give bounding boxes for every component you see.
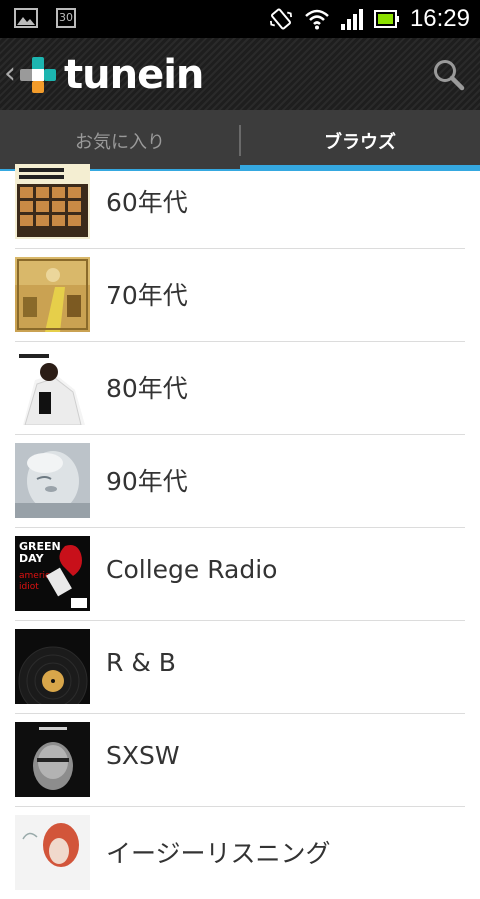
item-label: College Radio (106, 555, 278, 584)
item-label: SXSW (106, 741, 180, 770)
status-bar: 30 16:29 (0, 0, 480, 38)
list-item[interactable]: R & B (15, 620, 465, 714)
picture-icon (14, 8, 38, 28)
item-label: イージーリスニング (106, 839, 331, 868)
tunein-logo[interactable]: tunein (18, 52, 204, 98)
album-art-american-idiot: GREEN DAY american idiot (15, 536, 90, 611)
item-label: 90年代 (106, 467, 188, 496)
vibrate-icon (269, 8, 292, 30)
tunein-plus-icon (20, 57, 56, 93)
back-chevron-icon[interactable]: ‹ (4, 56, 16, 91)
art-text-idiot: idiot (19, 582, 39, 592)
item-label: 80年代 (106, 374, 188, 403)
tab-divider (239, 125, 241, 156)
album-art-yellow-brick-road (15, 257, 90, 332)
art-text-day: DAY (19, 552, 45, 565)
logo-text: tunein (64, 52, 204, 98)
list-item[interactable]: SXSW (15, 713, 465, 807)
battery-icon (373, 10, 399, 28)
item-label: R & B (106, 648, 176, 677)
item-label: 60年代 (106, 188, 188, 217)
search-icon (434, 60, 465, 91)
search-button[interactable] (432, 58, 466, 92)
item-label: 70年代 (106, 281, 188, 310)
signal-icon (340, 9, 363, 30)
list-item[interactable]: 70年代 (15, 248, 465, 342)
album-art-true-blue (15, 443, 90, 518)
list-item[interactable]: 90年代 (15, 434, 465, 528)
calendar-icon: 30 (56, 8, 76, 28)
list-item[interactable]: 80年代 (15, 341, 465, 435)
list-item[interactable]: GREEN DAY american idiot College Radio (15, 527, 465, 621)
album-art-vinyl (15, 629, 90, 704)
album-art-thriller (15, 350, 90, 425)
wifi-icon (305, 9, 329, 30)
list-item[interactable]: 60年代 (15, 155, 465, 249)
album-art-sxsw (15, 722, 90, 797)
album-art-easy-listening (15, 815, 90, 890)
list-item[interactable]: イージーリスニング (15, 806, 465, 899)
album-art-beatles (15, 164, 90, 239)
app-bar: ‹ tunein (0, 38, 480, 110)
clock: 16:29 (409, 5, 470, 32)
